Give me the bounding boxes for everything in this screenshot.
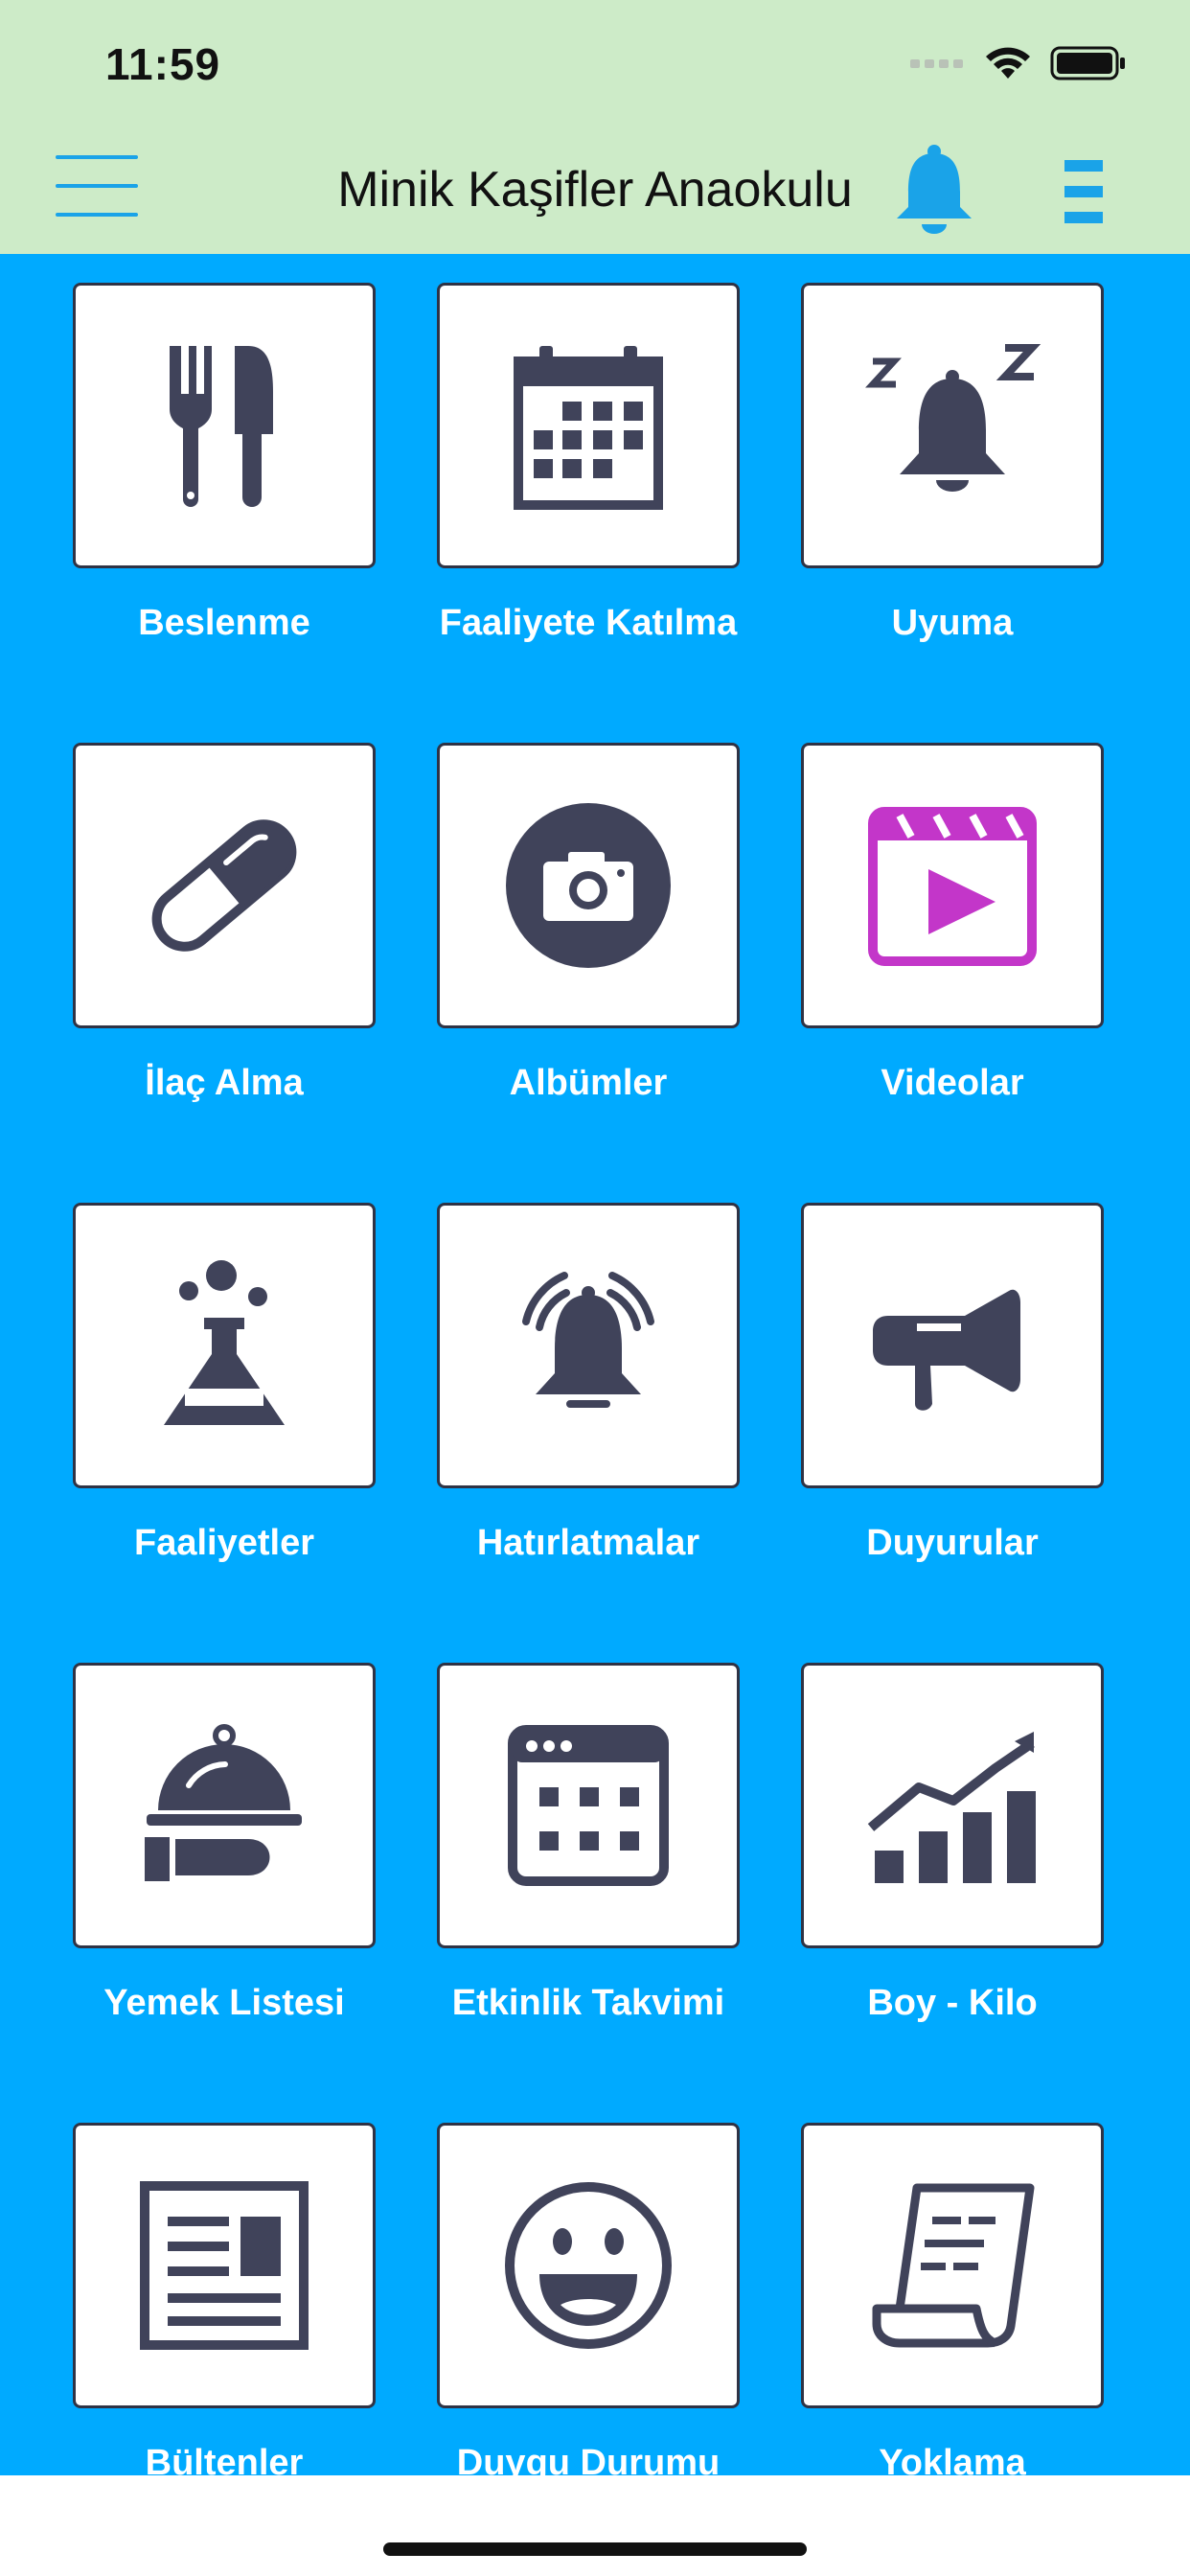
page-title: Minik Kaşifler Anaokulu (337, 162, 853, 218)
tile-label: Faaliyetler (134, 1523, 314, 1563)
tile-icon-box (73, 1203, 376, 1488)
tile-label: Videolar (881, 1063, 1024, 1103)
tile-hatirlatmalar[interactable]: Hatırlatmalar (437, 1203, 740, 1563)
tile-label: Yemek Listesi (103, 1983, 345, 2023)
sleeping-bell-icon (865, 344, 1041, 492)
growth-chart-icon (867, 1732, 1036, 1883)
tile-icon-box (73, 2123, 376, 2408)
tile-icon-box (73, 1663, 376, 1948)
tile-icon-box (801, 2123, 1104, 2408)
home-indicator[interactable] (383, 2542, 807, 2556)
smiley-icon (505, 2182, 672, 2349)
tile-label: Duyurular (866, 1523, 1039, 1563)
tile-label: Bültenler (145, 2443, 304, 2475)
tile-icon-box (73, 283, 376, 568)
video-clapper-icon (868, 807, 1037, 966)
pill-icon (151, 819, 297, 952)
tile-icon-box (801, 1663, 1104, 1948)
signal-icon (910, 59, 963, 68)
tile-label: Faaliyete Katılma (439, 603, 738, 643)
megaphone-icon (873, 1289, 1020, 1411)
scroll-list-icon (872, 2183, 1035, 2348)
tile-etkinlik-takvimi[interactable]: Etkinlik Takvimi (437, 1663, 740, 2023)
tile-icon-box (437, 743, 740, 1028)
list-menu-icon (1064, 160, 1103, 223)
tile-duygu-durumu[interactable]: Duygu Durumu (437, 2123, 740, 2475)
bell-icon (897, 145, 972, 234)
more-menu-button[interactable] (1059, 158, 1107, 225)
tile-label: Etkinlik Takvimi (451, 1983, 725, 2023)
tile-label: Beslenme (138, 603, 310, 643)
tile-icon-box (437, 283, 740, 568)
camera-icon (506, 803, 671, 968)
tile-boy-kilo[interactable]: Boy - Kilo (801, 1663, 1104, 2023)
tile-label: İlaç Alma (145, 1063, 304, 1103)
tile-label: Yoklama (879, 2443, 1026, 2475)
tile-albumler[interactable]: Albümler (437, 743, 740, 1103)
tile-label: Duygu Durumu (456, 2443, 721, 2475)
tile-label: Hatırlatmalar (476, 1523, 700, 1563)
tile-bultenler[interactable]: Bültenler (73, 2123, 376, 2475)
food-cloche-icon (145, 1724, 302, 1881)
tile-icon-box (437, 2123, 740, 2408)
menu-grid-area[interactable]: Beslenme Faaliyete Katılma Uyuma İlaç Al… (0, 254, 1190, 2475)
tile-yoklama[interactable]: Yoklama (801, 2123, 1104, 2475)
notifications-button[interactable] (891, 144, 977, 236)
battery-icon (1050, 46, 1125, 80)
tile-icon-box (437, 1663, 740, 1948)
tile-icon-box (801, 743, 1104, 1028)
flask-icon (164, 1260, 285, 1425)
calendar-icon (514, 346, 663, 510)
tile-label: Boy - Kilo (867, 1983, 1038, 2023)
tile-beslenme[interactable]: Beslenme (73, 283, 376, 643)
tile-faaliyetler[interactable]: Faaliyetler (73, 1203, 376, 1563)
tile-label: Albümler (509, 1063, 668, 1103)
wifi-icon (986, 47, 1030, 79)
tile-faaliyete-katilma[interactable]: Faaliyete Katılma (437, 283, 740, 643)
ringing-bell-icon (522, 1272, 654, 1408)
app-header: 11:59 Minik Kaşifler Anaokulu (0, 0, 1190, 254)
tile-duyurular[interactable]: Duyurular (801, 1203, 1104, 1563)
home-indicator-area (0, 2475, 1190, 2576)
tile-icon-box (801, 1203, 1104, 1488)
fork-knife-icon (170, 346, 273, 507)
tile-label: Uyuma (891, 603, 1014, 643)
newspaper-icon (140, 2181, 309, 2350)
status-icons (910, 42, 1127, 84)
tile-icon-box (801, 283, 1104, 568)
tile-icon-box (437, 1203, 740, 1488)
tile-yemek-listesi[interactable]: Yemek Listesi (73, 1663, 376, 2023)
tile-icon-box (73, 743, 376, 1028)
event-calendar-icon (508, 1725, 669, 1886)
status-time: 11:59 (105, 39, 221, 89)
tile-videolar[interactable]: Videolar (801, 743, 1104, 1103)
tile-ilac-alma[interactable]: İlaç Alma (73, 743, 376, 1103)
tile-uyuma[interactable]: Uyuma (801, 283, 1104, 643)
